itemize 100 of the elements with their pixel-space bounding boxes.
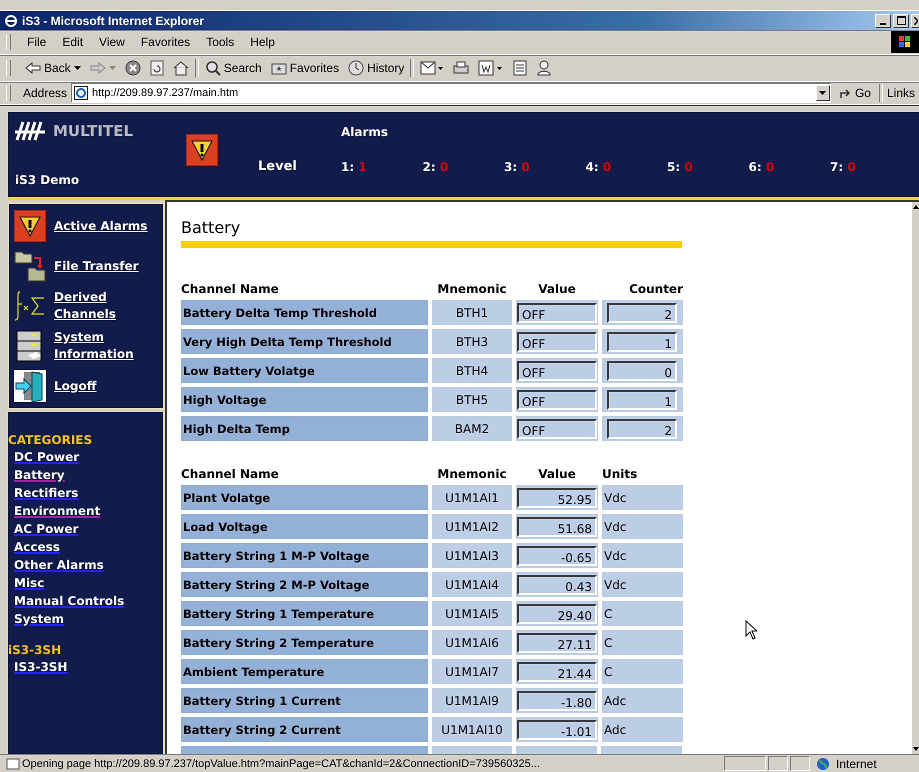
menu-item[interactable]: Tools	[198, 35, 242, 49]
value-field: -1.01	[517, 720, 597, 740]
alarm-level-count: 5: 0	[667, 160, 694, 174]
word-document-icon	[478, 60, 504, 76]
globe-icon	[816, 756, 830, 770]
units-cell: C	[604, 636, 612, 650]
column-header: Mnemonic	[436, 467, 508, 481]
door-icon[interactable]	[14, 370, 46, 402]
channel-name-cell: High Voltage	[181, 387, 428, 412]
nav-link[interactable]: Logoff	[54, 378, 96, 394]
caret-icon	[819, 91, 826, 95]
dropdown-button[interactable]	[816, 85, 830, 101]
page-title: Battery	[181, 218, 242, 238]
search-icon	[204, 60, 221, 76]
category-link[interactable]: DC Power	[14, 448, 80, 466]
scroll-down-icon[interactable]	[912, 745, 919, 753]
nav-link[interactable]: Derived Channels	[54, 289, 154, 323]
minimize-button[interactable]	[875, 14, 891, 28]
channel-name-cell: Battery Delta Temp Threshold	[181, 300, 428, 325]
windows-logo-icon	[891, 31, 919, 53]
person-icon	[536, 60, 552, 76]
mnemonic-cell: BTH1	[432, 300, 512, 325]
alarm-level-count: 2: 0	[422, 160, 450, 174]
category-link[interactable]: Other Alarms	[14, 556, 104, 574]
column-header: Channel Name	[181, 282, 280, 296]
units-cell: Vdc	[604, 578, 626, 592]
alarms-title: Alarms	[341, 125, 390, 139]
channel-name-cell: Very High Delta Temp Threshold	[181, 329, 428, 354]
units-cell: Vdc	[604, 520, 626, 534]
column-header: Value	[537, 467, 577, 481]
mnemonic-cell: U1M1AI2	[432, 514, 512, 539]
mnemonic-cell: U1M1AI1	[432, 485, 512, 510]
channel-name-cell: Ambient Temperature	[181, 659, 428, 684]
channel-name-cell: Battery String 2 Current	[181, 717, 428, 742]
value-field: OFF	[517, 360, 597, 380]
links-button[interactable]: Links	[886, 86, 919, 100]
alarm-level-count: 1: 1	[341, 160, 368, 174]
nav-link[interactable]: File Transfer	[54, 258, 139, 274]
document-icon	[513, 60, 528, 76]
counter-field: 1	[607, 390, 677, 410]
mnemonic-cell: BTH4	[432, 358, 512, 383]
go-arrow-icon	[838, 87, 853, 99]
right-arrow-icon	[90, 61, 106, 75]
close-button[interactable]	[911, 14, 919, 28]
zone-indicator: Internet	[835, 756, 877, 770]
category-link[interactable]: Environment	[14, 502, 100, 520]
alarm-level-count: 6: 0	[748, 160, 776, 174]
maximize-button[interactable]	[893, 14, 909, 28]
back-button[interactable]: Back	[22, 61, 84, 75]
mnemonic-cell: BTH3	[432, 329, 512, 354]
go-button[interactable]: Go	[834, 86, 875, 100]
units-cell: Vdc	[604, 548, 626, 562]
category-link[interactable]: Misc	[14, 574, 44, 592]
clock-icon	[348, 60, 364, 76]
category-link[interactable]: Manual Controls	[14, 592, 124, 610]
address-field[interactable]: http://209.89.97.237/main.htm	[71, 83, 831, 103]
refresh-icon	[150, 60, 164, 76]
channel-name-cell: Load Voltage	[181, 514, 428, 539]
menu-item[interactable]: Help	[242, 35, 283, 49]
warning-icon[interactable]	[14, 210, 46, 242]
alarm-level-count: 7: 0	[830, 160, 857, 174]
value-field: 51.68	[517, 516, 597, 536]
menu-item[interactable]: File	[19, 35, 54, 49]
mail-icon	[420, 60, 444, 76]
alarm-icon[interactable]	[186, 134, 218, 166]
nav-link[interactable]: Active Alarms	[54, 218, 148, 234]
favorites-button[interactable]: Favorites	[268, 61, 342, 75]
mouse-pointer-icon	[745, 620, 757, 640]
nav-link[interactable]: System Information	[54, 329, 154, 363]
category-link[interactable]: Access	[14, 538, 60, 556]
value-field: -1.80	[517, 690, 597, 710]
value-field: OFF	[517, 390, 597, 410]
channel-name-cell: High Delta Temp	[181, 416, 428, 441]
scrollbar[interactable]	[912, 202, 919, 754]
category-heading: iS3-3SH	[8, 642, 62, 658]
folders-icon[interactable]	[14, 250, 46, 282]
page-icon	[6, 758, 20, 770]
value-field: 21.44	[517, 662, 597, 682]
category-link[interactable]: System	[14, 610, 64, 628]
printer-icon	[453, 60, 470, 76]
category-link[interactable]: Battery	[14, 466, 65, 484]
category-link[interactable]: Rectifiers	[14, 484, 78, 502]
units-cell: Adc	[604, 694, 626, 708]
column-header: Counter	[628, 282, 683, 296]
mnemonic-cell: U1M1AI9	[432, 688, 512, 713]
column-header: Mnemonic	[436, 282, 508, 296]
menu-item[interactable]: Favorites	[132, 35, 198, 49]
category-link[interactable]: IS3-3SH	[14, 658, 68, 676]
category-link[interactable]: AC Power	[14, 520, 78, 538]
scroll-up-icon[interactable]	[912, 203, 919, 211]
search-button[interactable]: Search	[202, 60, 265, 76]
mnemonic-cell: BTH5	[432, 387, 512, 412]
menu-item[interactable]: View	[91, 35, 133, 49]
history-button[interactable]: History	[345, 60, 408, 76]
minimize-icon	[880, 22, 886, 24]
formula-icon[interactable]	[14, 290, 46, 322]
counter-field: 1	[607, 332, 677, 352]
value-field: OFF	[517, 332, 597, 352]
menu-item[interactable]: Edit	[54, 35, 92, 49]
value-field: OFF	[517, 418, 597, 438]
